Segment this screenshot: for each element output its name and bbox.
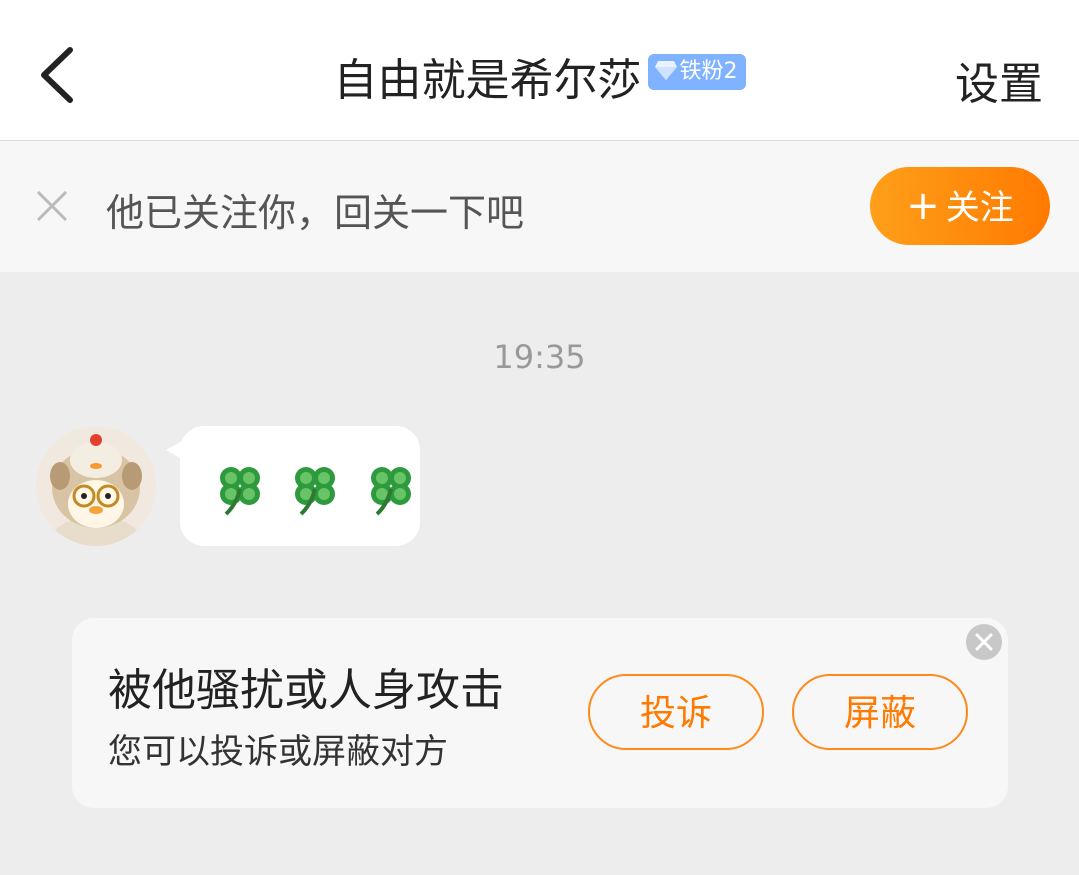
follow-button[interactable]: + 关注 <box>870 167 1050 245</box>
plus-icon: + <box>906 183 940 229</box>
follow-back-text: 他已关注你，回关一下吧 <box>106 191 525 235</box>
block-button[interactable]: 屏蔽 <box>792 674 968 750</box>
message-timestamp: 19:35 <box>493 338 586 376</box>
message-text: 🍀🍀🍀 <box>214 458 419 517</box>
dismiss-follow-prompt-button[interactable] <box>34 188 70 224</box>
close-icon <box>975 633 993 651</box>
dismiss-report-card-button[interactable] <box>966 624 1002 660</box>
report-card-subtitle: 您可以投诉或屏蔽对方 <box>108 732 448 772</box>
clover-icon <box>295 467 336 516</box>
title-area: 自由就是希尔莎 铁粉2 <box>0 44 1079 106</box>
report-card-title: 被他骚扰或人身攻击 <box>108 665 504 716</box>
top-nav-bar: 自由就是希尔莎 铁粉2 设置 <box>0 0 1079 141</box>
duck-avatar[interactable] <box>36 426 156 546</box>
settings-button[interactable]: 设置 <box>955 48 1043 112</box>
complain-button[interactable]: 投诉 <box>588 674 764 750</box>
close-icon <box>36 190 68 222</box>
chat-partner-name: 自由就是希尔莎 <box>333 55 642 106</box>
clover-icon <box>370 467 411 516</box>
message-bubble[interactable]: 🍀🍀🍀 <box>180 426 420 546</box>
fan-badge-label: 铁粉2 <box>679 59 738 84</box>
fan-badge: 铁粉2 <box>647 54 746 90</box>
follow-button-label: 关注 <box>945 188 1014 228</box>
clover-icon <box>220 467 260 516</box>
diamond-icon <box>654 61 677 80</box>
